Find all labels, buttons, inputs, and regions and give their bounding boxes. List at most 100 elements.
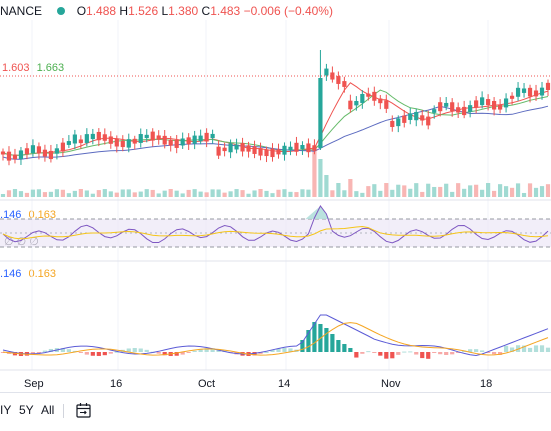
macd-histogram-bar (396, 352, 401, 355)
volume-bar (246, 193, 251, 197)
candle-body (36, 146, 42, 154)
volume-bar (486, 183, 491, 197)
candle-body (198, 135, 203, 142)
candle-body (312, 145, 317, 151)
candle-body (150, 131, 155, 141)
bottom-toolbar-divider (0, 392, 551, 393)
x-axis-tick-label: Oct (198, 378, 216, 390)
macd-histogram-bar (390, 352, 395, 359)
volume-bar (384, 183, 389, 197)
volume-bar (102, 189, 107, 197)
volume-bar (324, 175, 329, 197)
candle-body (336, 76, 341, 84)
candle-body (204, 132, 209, 142)
candle-body (324, 68, 329, 76)
volume-bar (30, 189, 36, 197)
macd-histogram-bar (192, 350, 197, 352)
volume-bar (533, 187, 539, 197)
volume-bar (545, 184, 551, 197)
volume-bar (36, 189, 42, 197)
candle-body (102, 134, 107, 141)
candle-body (216, 146, 221, 156)
candle-body (468, 105, 473, 112)
macd-histogram-bar (78, 352, 83, 353)
moving-averages (2, 82, 549, 160)
candle-body (426, 116, 431, 126)
candle-body (48, 150, 54, 160)
candle-body (252, 146, 257, 154)
volume-bar (318, 159, 323, 197)
rsi-pane (0, 205, 551, 248)
candle-body (480, 97, 485, 106)
calendar-range-icon[interactable] (75, 401, 93, 419)
candle-body (126, 139, 131, 148)
volume-bar (0, 194, 6, 197)
candle-body (120, 140, 125, 148)
candle-body (456, 107, 461, 113)
volume-bar (48, 191, 54, 197)
volume-bar (497, 184, 503, 197)
candle-body (282, 145, 287, 155)
x-axis-tick-label: 16 (110, 378, 123, 390)
macd-histogram-bar (156, 352, 161, 354)
candle-body (420, 115, 425, 121)
volume-bar (180, 193, 185, 197)
macd-histogram-bar (450, 352, 455, 355)
candle-body (42, 149, 48, 157)
candle-body (234, 144, 239, 150)
volume-bar (342, 190, 347, 197)
candle-body (294, 142, 299, 152)
candle-body (486, 99, 491, 106)
macd-line (2, 314, 549, 357)
volume-bar (210, 189, 215, 197)
volume-bar (474, 184, 479, 197)
candle-body (54, 148, 59, 154)
macd-histogram-bar (474, 349, 479, 352)
volume-bar (378, 190, 383, 197)
candle-body (366, 93, 371, 97)
range-all-button[interactable]: All (41, 403, 54, 417)
macd-histogram-bar (90, 352, 95, 356)
volume-bar (54, 189, 59, 197)
volume-bars (0, 147, 551, 197)
range-1y-button[interactable]: IY (0, 403, 11, 417)
candle-body (372, 91, 377, 101)
macd-histogram-bar (539, 345, 545, 352)
volume-bar (72, 190, 77, 197)
candle-body (60, 142, 65, 152)
macd-histogram-bar (444, 352, 449, 355)
volume-bar (456, 183, 461, 197)
candle-body (168, 139, 173, 146)
candle-body (90, 133, 95, 140)
volume-bar (66, 193, 71, 197)
candle-body (533, 90, 539, 97)
candle-body (6, 151, 12, 161)
chart-canvas[interactable] (0, 0, 551, 431)
volume-bar (96, 190, 101, 197)
volume-bar (480, 189, 485, 197)
volume-bar (515, 183, 521, 197)
candle-body (174, 140, 179, 148)
macd-histogram-bar (492, 352, 497, 355)
candle-body (354, 100, 359, 106)
macd-histogram-bar (138, 348, 143, 352)
range-5y-button[interactable]: 5Y (19, 403, 34, 417)
candle-body (30, 145, 36, 153)
candle-body (24, 148, 30, 155)
volume-bar (414, 183, 419, 197)
volume-bar (402, 185, 407, 197)
candle-body (515, 87, 521, 97)
macd-histogram-bar (96, 352, 101, 356)
volume-bar (282, 189, 287, 197)
macd-histogram-bar (336, 340, 341, 352)
volume-bar (468, 185, 473, 197)
macd-histogram-bar (348, 348, 353, 352)
volume-bar (228, 191, 233, 197)
candle-body (162, 135, 167, 145)
volume-bar (432, 186, 437, 197)
macd-histogram-bar (102, 352, 107, 356)
volume-bar (408, 188, 413, 197)
candle-body (438, 102, 443, 112)
volume-bar (306, 189, 311, 197)
candle-body (228, 143, 233, 153)
